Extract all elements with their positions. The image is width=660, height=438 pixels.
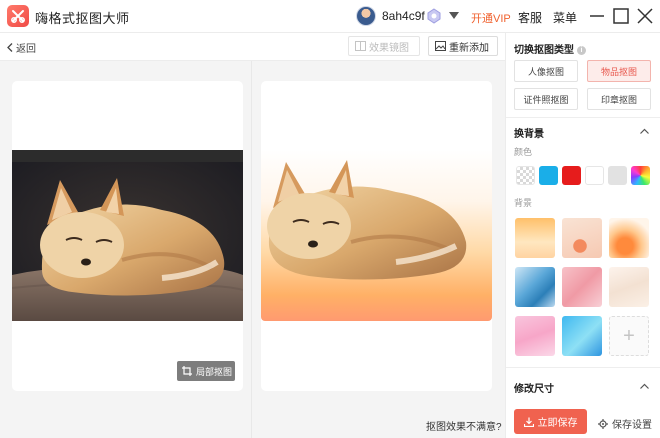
original-image-card: 局部抠图 (12, 81, 243, 391)
effect-compare-button[interactable]: 效果镜图 (348, 36, 420, 56)
username[interactable]: 8ah4c9f (382, 9, 425, 23)
local-cut-label: 局部抠图 (196, 366, 233, 377)
settings-panel: 切换抠图类型 i 人像抠图 物品抠图 证件照抠图 印章抠图 换背景 颜色 背景 +… (505, 33, 660, 438)
cut-type-section-title: 切换抠图类型 i (514, 41, 586, 56)
section-divider (506, 367, 660, 368)
color-swatch-white[interactable] (585, 166, 604, 185)
cut-type-seal[interactable]: 印章抠图 (587, 88, 651, 110)
image-add-icon (435, 41, 446, 51)
local-cut-button[interactable]: 局部抠图 (177, 361, 235, 381)
change-bg-title: 换背景 (514, 129, 544, 140)
save-now-label: 立即保存 (537, 418, 578, 429)
info-icon[interactable]: i (577, 46, 586, 55)
maximize-icon[interactable] (612, 7, 630, 25)
save-settings-button[interactable]: 保存设置 (598, 416, 652, 431)
save-now-button[interactable]: 立即保存 (514, 409, 587, 434)
save-settings-label: 保存设置 (612, 420, 652, 431)
title-bar: 嗨格式抠图大师 8ah4c9f 开通VIP 客服 菜单 (0, 0, 660, 33)
bg-thumb-7[interactable] (515, 316, 555, 356)
cut-type-id-photo[interactable]: 证件照抠图 (514, 88, 578, 110)
app-title: 嗨格式抠图大师 (35, 11, 130, 26)
readd-label: 重新添加 (449, 42, 489, 54)
cut-type-portrait[interactable]: 人像抠图 (514, 60, 578, 82)
chevron-down-icon[interactable] (449, 12, 459, 20)
color-swatch-blue[interactable] (539, 166, 558, 185)
customer-service-button[interactable]: 客服 (518, 9, 542, 26)
back-label: 返回 (16, 44, 36, 55)
preview-divider (251, 61, 252, 438)
section-divider (506, 117, 660, 118)
gear-icon (598, 418, 608, 429)
color-swatch-transparent[interactable] (516, 166, 535, 185)
chevron-up-icon[interactable] (640, 128, 649, 134)
unsatisfied-link[interactable]: 抠图效果不满意? (426, 418, 502, 433)
toolbar: 返回 效果镜图 重新添加 (0, 33, 505, 61)
bg-thumb-8[interactable] (562, 316, 602, 356)
add-background-button[interactable]: + (609, 316, 649, 356)
download-icon (523, 417, 534, 427)
color-swatch-red[interactable] (562, 166, 581, 185)
cut-type-title: 切换抠图类型 (514, 45, 574, 56)
effect-compare-label: 效果镜图 (369, 42, 409, 54)
minimize-icon[interactable] (588, 7, 606, 25)
color-label: 颜色 (514, 147, 533, 157)
color-swatch-gray[interactable] (608, 166, 627, 185)
plus-icon: + (623, 324, 635, 347)
background-label: 背景 (514, 198, 533, 208)
close-icon[interactable] (636, 7, 654, 25)
chevron-up-icon[interactable] (640, 383, 649, 389)
result-photo (261, 150, 492, 321)
back-button[interactable]: 返回 (7, 40, 36, 55)
open-vip-link[interactable]: 开通VIP (471, 10, 511, 26)
bg-thumb-3[interactable] (609, 218, 649, 258)
preview-canvas: 局部抠图 抠图效果不满意? (0, 61, 505, 438)
menu-button[interactable]: 菜单 (553, 9, 577, 26)
cut-type-object[interactable]: 物品抠图 (587, 60, 651, 82)
compare-icon (355, 41, 366, 51)
vip-badge-icon (427, 8, 441, 24)
chevron-left-icon (7, 43, 13, 52)
crop-icon (182, 366, 192, 376)
app-logo (7, 5, 29, 27)
bg-thumb-1[interactable] (515, 218, 555, 258)
readd-button[interactable]: 重新添加 (428, 36, 498, 56)
original-photo (12, 150, 243, 321)
color-swatch-custom[interactable] (631, 166, 650, 185)
user-avatar[interactable] (356, 6, 376, 26)
bg-thumb-6[interactable] (609, 267, 649, 307)
result-image-card (261, 81, 492, 391)
bg-thumb-4[interactable] (515, 267, 555, 307)
resize-title: 修改尺寸 (514, 384, 554, 395)
bg-thumb-5[interactable] (562, 267, 602, 307)
bg-thumb-2[interactable] (562, 218, 602, 258)
